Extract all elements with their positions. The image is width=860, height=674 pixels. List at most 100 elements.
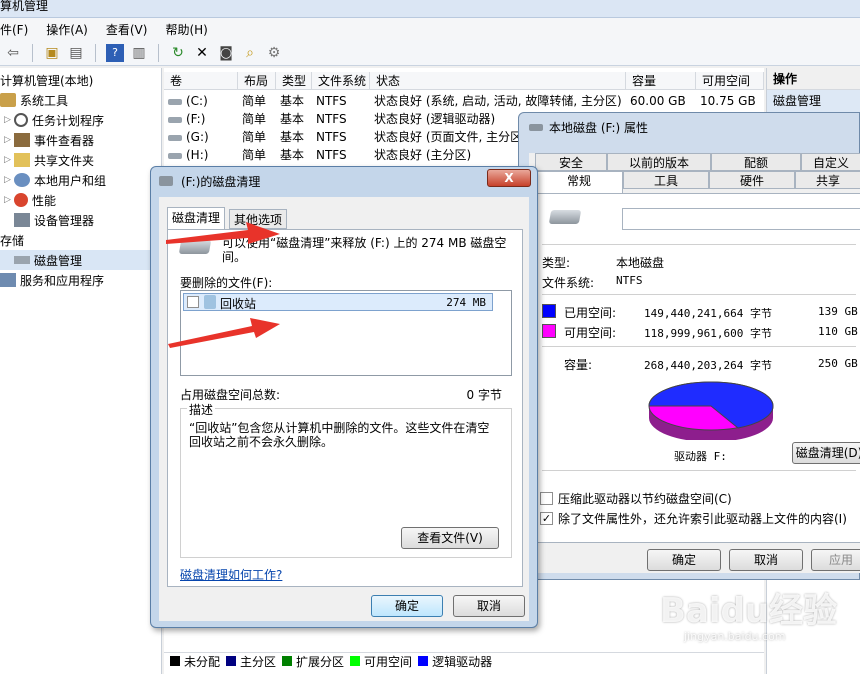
column-header-free-space[interactable]: 可用空间	[696, 72, 764, 89]
view-files-button[interactable]: 查看文件(V)	[401, 527, 499, 549]
tab-quota[interactable]: 配额	[711, 153, 801, 171]
up-folder-icon[interactable]: ▣	[43, 44, 61, 62]
view-icon[interactable]: ▥	[130, 44, 148, 62]
ok-button[interactable]: 确定	[647, 549, 721, 571]
tab-tools[interactable]: 工具	[623, 171, 709, 189]
legend-item: 扩展分区	[282, 653, 344, 670]
column-header-status[interactable]: 状态	[370, 72, 626, 89]
tree-item-device-manager[interactable]: 设备管理器	[0, 210, 161, 230]
drive-icon	[548, 210, 582, 224]
volume-list-header: 卷 布局 类型 文件系统 状态 容量 可用空间	[164, 72, 764, 90]
tree-item-shared-folders[interactable]: ▷ 共享文件夹	[0, 150, 161, 170]
tree-item-storage[interactable]: 存储	[0, 230, 161, 250]
table-row[interactable]: (C:) 简单 基本 NTFS 状态良好 (系统, 启动, 活动, 故障转储, …	[164, 92, 764, 110]
tab-general[interactable]: 常规	[535, 171, 623, 194]
volume-cell: (G:)	[164, 128, 238, 146]
layout-cell: 简单	[242, 130, 267, 144]
tab-hardware[interactable]: 硬件	[709, 171, 795, 189]
capacity-label: 容量:	[564, 358, 593, 372]
type-cell: 基本	[280, 94, 305, 108]
window-title: 算机管理	[0, 0, 49, 13]
watermark-url: jingyan.baidu.com	[684, 630, 786, 643]
expand-arrow-icon[interactable]: ▷	[4, 135, 14, 145]
expand-arrow-icon[interactable]: ▷	[4, 115, 14, 125]
services-icon	[0, 273, 16, 287]
drive-icon	[168, 116, 182, 123]
tree-item-label: 任务计划程序	[32, 113, 105, 128]
legend-swatch	[418, 656, 429, 666]
type-cell: 基本	[280, 148, 305, 162]
refresh-icon[interactable]: ↻	[169, 44, 187, 62]
index-checkbox[interactable]: ✓	[540, 512, 553, 525]
tree-item-disk-management[interactable]: 磁盘管理	[0, 250, 161, 270]
filesystem-value: NTFS	[616, 274, 643, 287]
tree-item-label: 计算机管理(本地)	[0, 73, 94, 88]
tree-item-task-scheduler[interactable]: ▷ 任务计划程序	[0, 110, 161, 130]
tree-item-system-tools[interactable]: 系统工具	[0, 90, 161, 110]
delete-icon[interactable]: ✕	[193, 44, 211, 62]
divider	[542, 346, 856, 347]
column-header-capacity[interactable]: 容量	[626, 72, 696, 89]
used-space-label: 已用空间:	[564, 306, 617, 320]
find-icon[interactable]: ⌕	[241, 44, 259, 62]
tree-item-performance[interactable]: ▷ 性能	[0, 190, 161, 210]
help-icon[interactable]: ?	[106, 43, 124, 62]
tree-item-computer-management[interactable]: 计算机管理(本地)	[0, 70, 161, 90]
type-label: 类型:	[542, 256, 571, 270]
compress-checkbox[interactable]	[540, 492, 553, 505]
filesystem-cell: NTFS	[316, 112, 347, 126]
disk-icon	[14, 256, 30, 264]
status-cell: 状态良好 (系统, 启动, 活动, 故障转储, 主分区)	[374, 94, 622, 108]
column-header-filesystem[interactable]: 文件系统	[312, 72, 370, 89]
expand-arrow-icon[interactable]: ▷	[4, 155, 14, 165]
tab-customize[interactable]: 自定义	[801, 153, 860, 171]
capacity-bytes: 268,440,203,264 字节	[644, 359, 772, 372]
ok-button[interactable]: 确定	[371, 595, 443, 617]
tree-item-label: 本地用户和组	[34, 173, 107, 188]
tree-item-label: 磁盘管理	[34, 253, 83, 268]
tab-previous-versions[interactable]: 以前的版本	[607, 153, 711, 171]
cancel-button[interactable]: 取消	[729, 549, 803, 571]
menu-file[interactable]: 件(F)	[0, 21, 28, 38]
free-space-bytes: 118,999,961,600 字节	[644, 327, 772, 340]
column-header-type[interactable]: 类型	[276, 72, 312, 89]
properties-dialog-title: 本地磁盘 (F:) 属性	[549, 121, 649, 135]
capacity-cell: 60.00 GB	[630, 94, 686, 108]
tree-item-services-apps[interactable]: 服务和应用程序	[0, 270, 161, 290]
menu-action[interactable]: 操作(A)	[46, 21, 88, 38]
disk-cleanup-button[interactable]: 磁盘清理(D)	[792, 442, 860, 464]
legend-item: 主分区	[226, 653, 276, 670]
menu-view[interactable]: 查看(V)	[106, 21, 148, 38]
layout-cell: 简单	[242, 112, 267, 126]
tab-sharing[interactable]: 共享	[795, 171, 860, 189]
tree-item-label: 事件查看器	[34, 133, 95, 148]
tree-item-local-users[interactable]: ▷ 本地用户和组	[0, 170, 161, 190]
apply-button[interactable]: 应用	[811, 549, 860, 571]
menu-help[interactable]: 帮助(H)	[165, 21, 207, 38]
actions-item-disk-management[interactable]: 磁盘管理	[767, 90, 860, 112]
close-button[interactable]: X	[487, 169, 531, 187]
drive-name-input[interactable]	[622, 208, 860, 230]
filesystem-label: 文件系统:	[542, 276, 595, 290]
show-hide-tree-icon[interactable]: ▤	[67, 44, 85, 62]
expand-arrow-icon[interactable]: ▷	[4, 175, 14, 185]
column-header-layout[interactable]: 布局	[238, 72, 276, 89]
toolbar-separator	[158, 43, 159, 62]
navigation-tree: 计算机管理(本地) 系统工具 ▷ 任务计划程序 ▷ 事件查看器 ▷ 共享文件夹 …	[0, 68, 162, 674]
annotation-arrow-icon	[166, 222, 280, 244]
expand-arrow-icon[interactable]: ▷	[4, 195, 14, 205]
cancel-button[interactable]: 取消	[453, 595, 525, 617]
cleanup-icon	[159, 176, 173, 186]
back-arrow-icon[interactable]: ⇦	[4, 44, 22, 62]
tree-item-label: 设备管理器	[34, 213, 95, 228]
column-header-volume[interactable]: 卷	[164, 72, 238, 89]
help-link[interactable]: 磁盘清理如何工作?	[180, 566, 282, 583]
menu-bar: 件(F) 操作(A) 查看(V) 帮助(H)	[0, 18, 860, 40]
tree-item-event-viewer[interactable]: ▷ 事件查看器	[0, 130, 161, 150]
properties-dialog: 本地磁盘 (F:) 属性 安全 以前的版本 配额 自定义 常规 工具 硬件 共享…	[518, 112, 860, 580]
tab-security[interactable]: 安全	[535, 153, 607, 171]
properties-icon[interactable]: ◙	[217, 44, 235, 62]
disk-usage-pie	[648, 381, 774, 440]
capacity-gb: 250 GB	[818, 357, 858, 370]
settings-icon[interactable]: ⚙	[265, 44, 283, 62]
